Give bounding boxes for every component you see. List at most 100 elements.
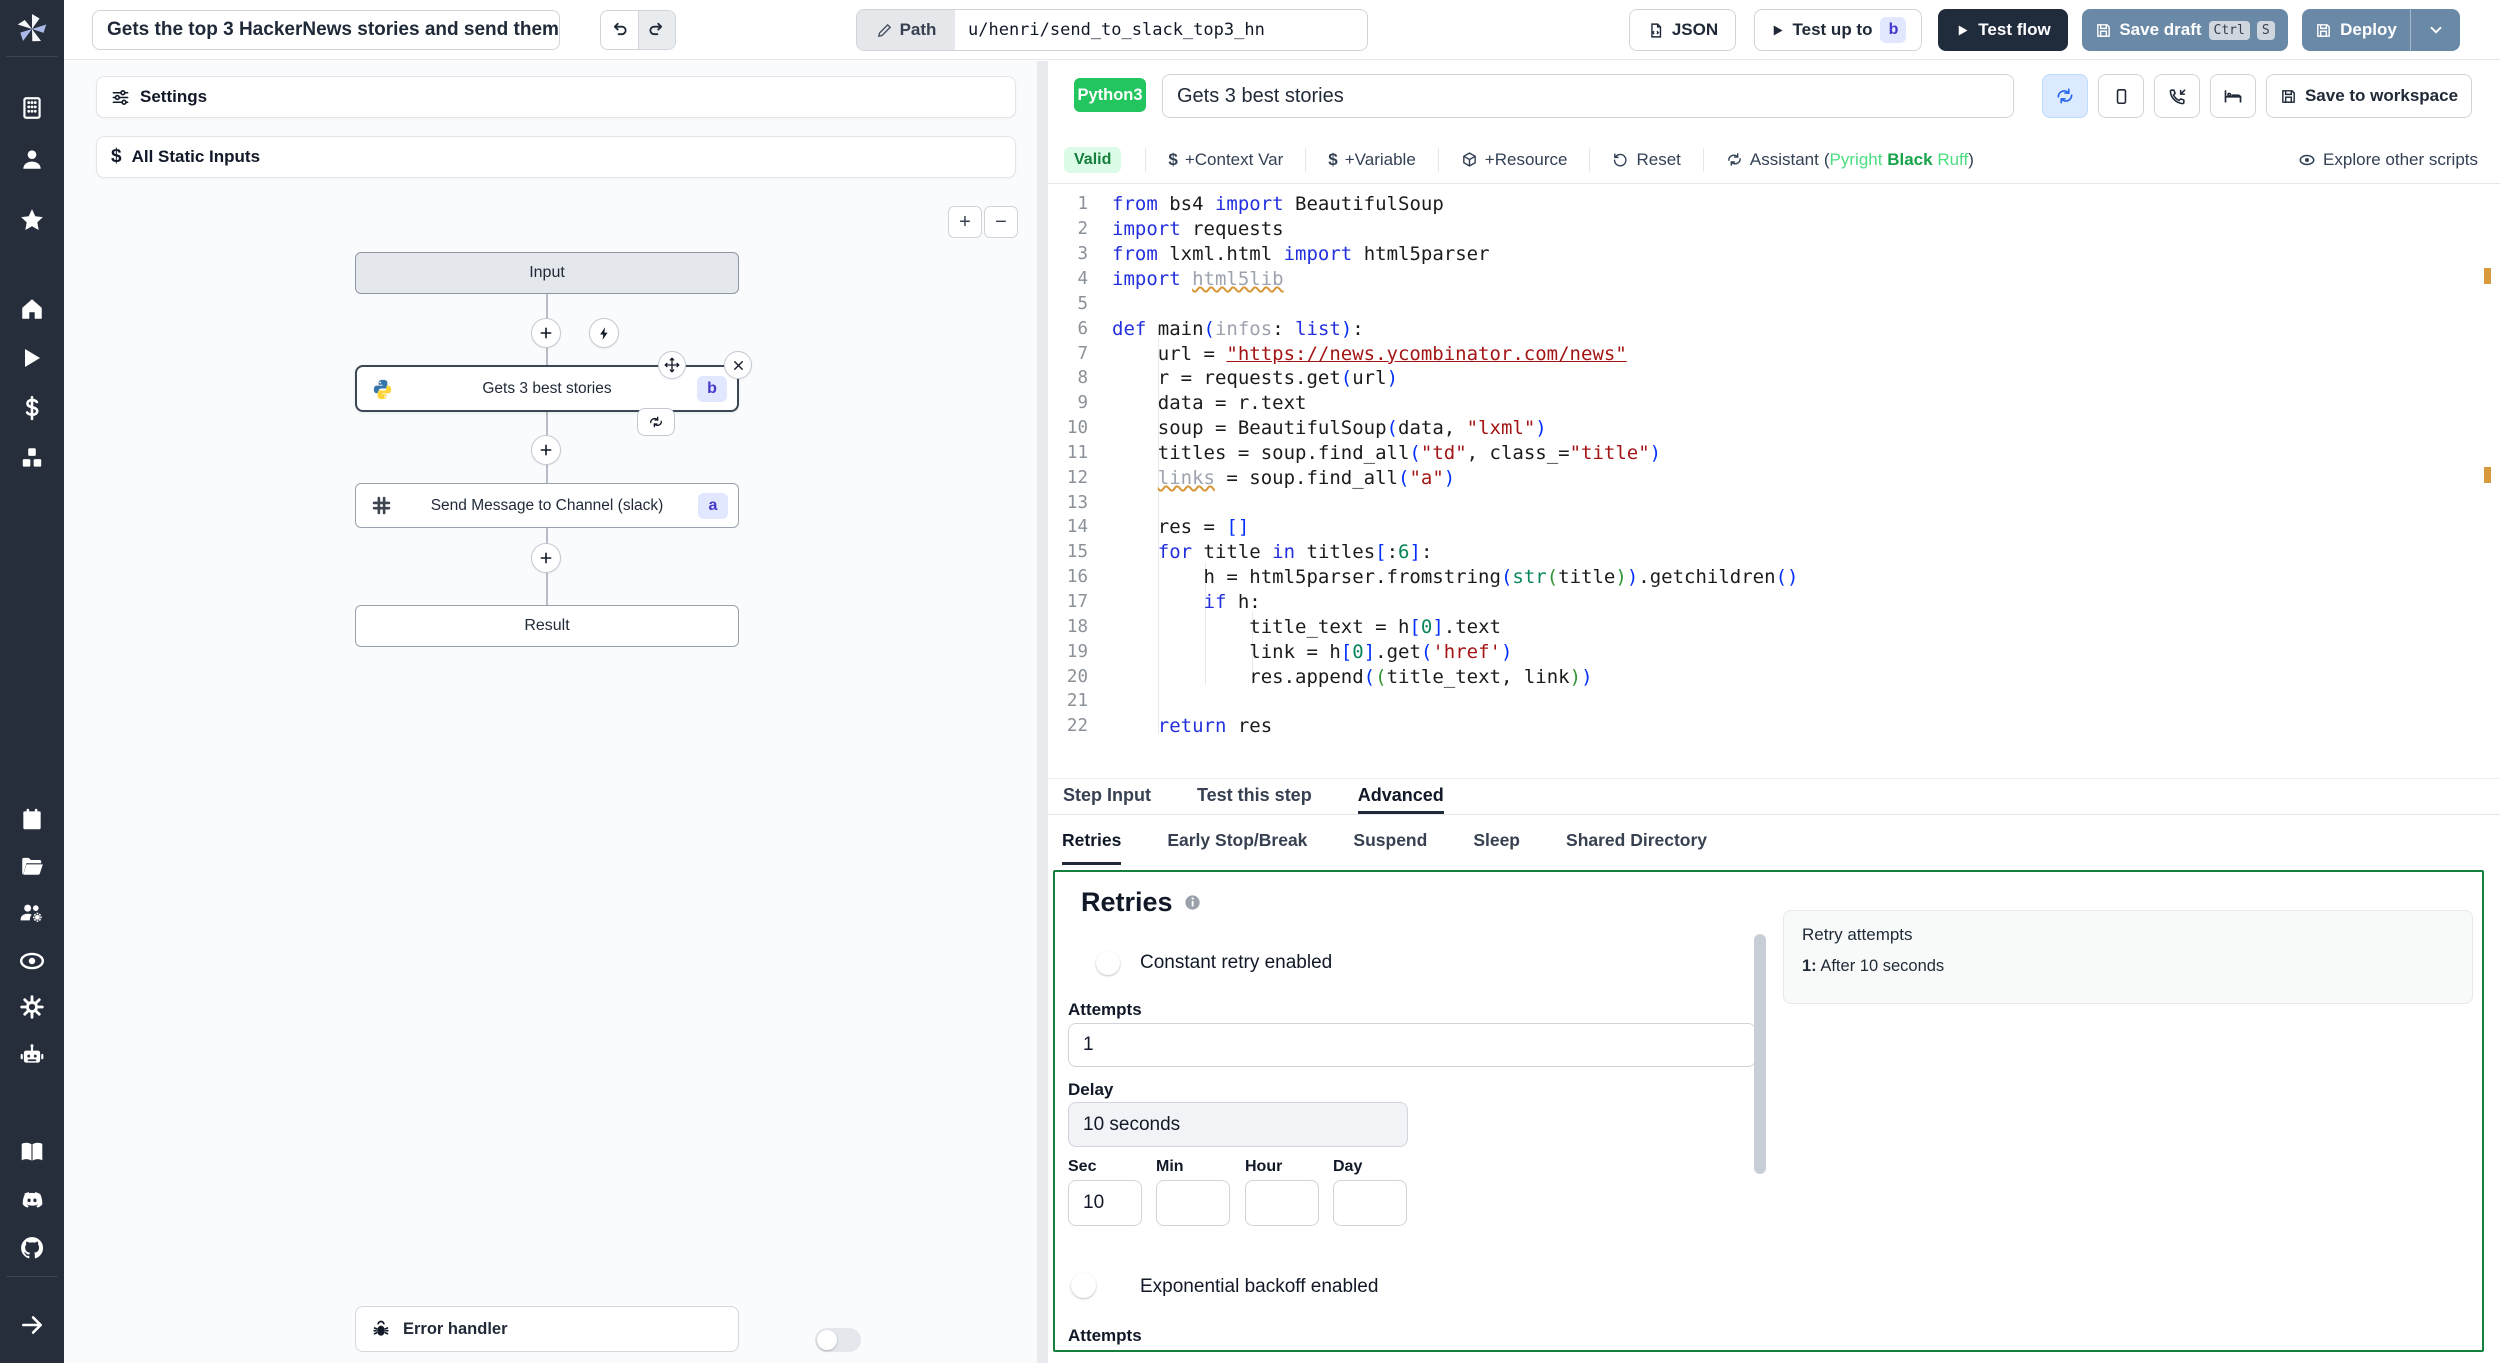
sec-input[interactable]: 10 — [1068, 1180, 1142, 1226]
flow-graph-panel: Settings $ All Static Inputs + − Input G… — [64, 61, 1037, 1363]
flow-title-input[interactable]: Gets the top 3 HackerNews stories and se… — [92, 10, 560, 50]
add-context-var-button[interactable]: $ +Context Var — [1168, 150, 1283, 170]
code-line[interactable]: 8 r = requests.get(url) — [1048, 366, 2500, 391]
step-title-input[interactable]: Gets 3 best stories — [1162, 74, 2014, 118]
code-line[interactable]: 10 soup = BeautifulSoup(data, "lxml") — [1048, 416, 2500, 441]
code-line[interactable]: 22 return res — [1048, 714, 2500, 739]
test-flow-button[interactable]: Test flow — [1938, 9, 2068, 51]
code-line[interactable]: 5 — [1048, 291, 2500, 316]
retries-scrollbar[interactable] — [1754, 934, 1766, 1174]
zoom-out-button[interactable]: − — [984, 206, 1018, 238]
play-icon[interactable] — [19, 346, 45, 372]
code-line[interactable]: 15 for title in titles[:6]: — [1048, 540, 2500, 565]
eye-icon[interactable] — [19, 948, 45, 974]
add-step-button[interactable] — [531, 543, 561, 573]
code-line[interactable]: 11 titles = soup.find_all("td", class_="… — [1048, 441, 2500, 466]
json-button[interactable]: JSON — [1629, 9, 1736, 51]
code-line[interactable]: 18 title_text = h[0].text — [1048, 614, 2500, 639]
zoom-in-button[interactable]: + — [948, 206, 982, 238]
code-line[interactable]: 14 res = [] — [1048, 515, 2500, 540]
flow-node-result[interactable]: Result — [355, 605, 739, 647]
home-icon[interactable] — [19, 296, 45, 322]
add-step-button[interactable] — [531, 318, 561, 348]
move-step-handle[interactable] — [658, 351, 686, 379]
delete-step-button[interactable] — [724, 351, 752, 379]
tab-advanced[interactable]: Advanced — [1357, 779, 1444, 814]
retry-indicator-button[interactable] — [637, 408, 675, 436]
code-line[interactable]: 7 url = "https://news.ycombinator.com/ne… — [1048, 341, 2500, 366]
mobile-view-button[interactable] — [2098, 74, 2144, 118]
cube-icon — [1462, 152, 1476, 167]
trigger-button[interactable] — [589, 318, 619, 348]
code-line[interactable]: 12 links = soup.find_all("a") — [1048, 465, 2500, 490]
subtab-suspend[interactable]: Suspend — [1353, 819, 1427, 865]
book-icon[interactable] — [19, 1139, 45, 1165]
code-line[interactable]: 6 def main(infos: list): — [1048, 316, 2500, 341]
code-line[interactable]: 3 from lxml.html import html5parser — [1048, 242, 2500, 267]
add-resource-button[interactable]: +Resource — [1461, 150, 1567, 170]
code-line[interactable]: 17 if h: — [1048, 590, 2500, 615]
boxes-icon[interactable] — [19, 445, 45, 471]
deploy-options-button[interactable] — [2410, 9, 2460, 51]
flow-node-input[interactable]: Input — [355, 252, 739, 294]
code-line[interactable]: 9 data = r.text — [1048, 391, 2500, 416]
gear-icon[interactable] — [19, 994, 45, 1020]
chevron-down-icon — [2430, 26, 2441, 34]
subtab-sleep[interactable]: Sleep — [1473, 819, 1520, 865]
panel-resize-handle[interactable] — [1037, 61, 1048, 1363]
code-line[interactable]: 13 — [1048, 490, 2500, 515]
arrow-right-icon[interactable] — [19, 1312, 45, 1338]
deploy-button[interactable]: Deploy — [2302, 9, 2410, 51]
webhook-call-button[interactable] — [2154, 74, 2200, 118]
github-icon[interactable] — [19, 1235, 45, 1261]
flow-node-step-a[interactable]: Send Message to Channel (slack) a — [355, 483, 739, 528]
dollar-icon[interactable] — [19, 395, 45, 421]
redo-button[interactable] — [637, 11, 675, 49]
path-value[interactable]: u/henri/send_to_slack_top3_hn — [955, 10, 1367, 50]
assistant-button[interactable]: Assistant (Pyright Black Ruff) — [1726, 150, 1974, 170]
tab-step-input[interactable]: Step Input — [1063, 779, 1151, 814]
reset-button[interactable]: Reset — [1612, 150, 1681, 170]
add-step-button[interactable] — [531, 435, 561, 465]
test-up-to-button[interactable]: Test up to b — [1754, 9, 1922, 51]
subtab-early-stop-break[interactable]: Early Stop/Break — [1167, 819, 1307, 865]
subtab-shared-directory[interactable]: Shared Directory — [1566, 819, 1707, 865]
folder-open-icon[interactable] — [19, 853, 45, 879]
building-icon[interactable] — [19, 95, 45, 121]
undo-button[interactable] — [601, 11, 638, 49]
all-static-inputs-row[interactable]: $ All Static Inputs — [96, 136, 1016, 178]
star-icon[interactable] — [19, 207, 45, 233]
calendar-icon[interactable] — [19, 806, 45, 832]
top-toolbar: Gets the top 3 HackerNews stories and se… — [64, 0, 2500, 60]
add-variable-button[interactable]: $ +Variable — [1328, 150, 1416, 170]
code-line[interactable]: 19 link = h[0].get('href') — [1048, 639, 2500, 664]
path-field[interactable]: Path u/henri/send_to_slack_top3_hn — [856, 9, 1368, 51]
restart-editor-button[interactable] — [2042, 74, 2088, 118]
flow-settings-row[interactable]: Settings — [96, 76, 1016, 118]
error-handler-toggle[interactable] — [814, 1328, 861, 1352]
explore-other-scripts-button[interactable]: Explore other scripts — [2298, 150, 2478, 170]
save-draft-button[interactable]: Save draft Ctrl S — [2082, 9, 2288, 51]
code-editor[interactable]: 1 from bs4 import BeautifulSoup 2 import re… — [1048, 186, 2500, 778]
discord-icon[interactable] — [19, 1187, 45, 1213]
code-line[interactable]: 20 res.append((title_text, link)) — [1048, 664, 2500, 689]
save-to-workspace-button[interactable]: Save to workspace — [2266, 74, 2472, 118]
sleep-bed-button[interactable] — [2210, 74, 2256, 118]
hour-input[interactable] — [1245, 1180, 1319, 1226]
windmill-logo[interactable] — [14, 11, 50, 47]
attempts-input[interactable]: 1 — [1068, 1023, 1756, 1067]
dollar-icon: $ — [1168, 149, 1178, 169]
robot-icon[interactable] — [19, 1042, 45, 1068]
code-line[interactable]: 2 import requests — [1048, 217, 2500, 242]
day-input[interactable] — [1333, 1180, 1407, 1226]
error-handler-node[interactable]: Error handler — [355, 1306, 861, 1352]
users-gear-icon[interactable] — [19, 900, 45, 926]
code-line[interactable]: 1 from bs4 import BeautifulSoup — [1048, 192, 2500, 217]
code-line[interactable]: 4 import html5lib — [1048, 267, 2500, 292]
subtab-retries[interactable]: Retries — [1062, 819, 1122, 865]
user-icon[interactable] — [19, 146, 45, 172]
code-line[interactable]: 16 h = html5parser.fromstring(str(title)… — [1048, 565, 2500, 590]
min-input[interactable] — [1156, 1180, 1230, 1226]
code-line[interactable]: 21 — [1048, 689, 2500, 714]
tab-test-this-step[interactable]: Test this step — [1197, 779, 1312, 814]
